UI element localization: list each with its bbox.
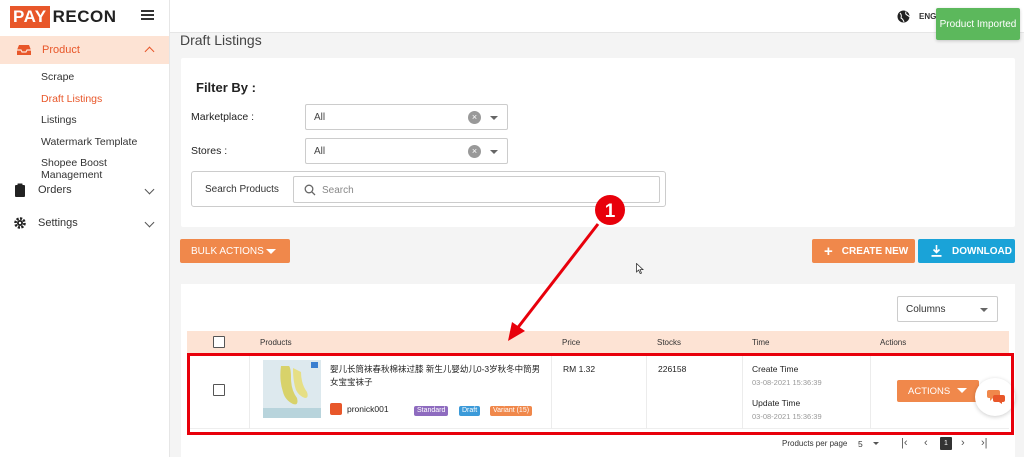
download-label: DOWNLOAD: [952, 245, 1012, 257]
row-actions-label: ACTIONS: [908, 385, 951, 397]
download-icon: [931, 245, 942, 257]
row-actions-button[interactable]: ACTIONS: [897, 380, 979, 402]
header-products: Products: [260, 338, 292, 347]
toast-notification: Product Imported: [936, 8, 1020, 40]
shop-icon: [330, 403, 342, 415]
create-new-button[interactable]: + CREATE NEW: [812, 239, 915, 263]
header-time: Time: [752, 338, 770, 347]
chevron-down-icon: [144, 217, 155, 228]
filter-title: Filter By :: [196, 80, 256, 95]
badge-standard: Standard: [414, 406, 449, 416]
sidebar-subitem-draft-listings[interactable]: Draft Listings: [41, 93, 102, 105]
products-per-page-select[interactable]: 5: [858, 439, 863, 449]
sidebar-item-product[interactable]: Product: [0, 36, 169, 64]
current-page[interactable]: 1: [940, 437, 952, 450]
columns-select-label: Columns: [906, 304, 946, 315]
products-table-card: Columns Products Price Stocks Time Actio…: [181, 284, 1015, 457]
first-page-icon[interactable]: |‹: [901, 437, 908, 449]
sidebar-item-label: Settings: [38, 217, 78, 229]
stores-select-value: All: [314, 146, 326, 157]
bulk-actions-label: BULK ACTIONS: [191, 245, 264, 257]
plus-icon: +: [824, 242, 833, 260]
header-stocks: Stocks: [657, 338, 682, 347]
marketplace-select[interactable]: All ×: [305, 104, 508, 130]
caret-down-icon: [490, 150, 498, 154]
language-selector[interactable]: ENG: [919, 12, 936, 21]
marketplace-select-value: All: [314, 112, 326, 123]
select-all-checkbox[interactable]: [213, 336, 225, 348]
create-time-value: 03-08-2021 15:36:39: [752, 378, 822, 387]
sidebar-subitem-scrape[interactable]: Scrape: [41, 71, 74, 83]
page-title: Draft Listings: [180, 32, 262, 48]
stores-select[interactable]: All ×: [305, 138, 508, 164]
brand-logo-recon: RECON: [52, 7, 117, 26]
product-price: RM 1.32: [563, 364, 596, 374]
sidebar-subitem-listings[interactable]: Listings: [41, 114, 77, 126]
caret-down-icon: [957, 388, 967, 393]
search-placeholder: Search: [322, 185, 354, 196]
bulk-actions-button[interactable]: BULK ACTIONS: [180, 239, 290, 263]
badge-draft: Draft: [459, 406, 481, 416]
last-page-icon[interactable]: ›|: [981, 437, 988, 449]
badge-variant: Variant (15): [490, 406, 533, 416]
header-actions: Actions: [880, 338, 907, 347]
caret-down-icon: [490, 116, 498, 120]
sidebar: PAY RECON Product Scrape Draft Listings …: [0, 0, 170, 457]
caret-down-icon: [980, 308, 988, 312]
sidebar-item-label: Product: [42, 44, 80, 56]
store-name: pronick001: [347, 404, 389, 414]
brand-logo[interactable]: PAY RECON: [10, 5, 117, 29]
gear-icon: [14, 217, 26, 229]
brand-logo-pay: PAY: [10, 6, 50, 28]
table-header: Products Price Stocks Time Actions: [187, 331, 1009, 353]
next-page-icon[interactable]: ›: [961, 437, 965, 449]
prev-page-icon[interactable]: ‹: [924, 437, 928, 449]
pagination: Products per page 5 |‹ ‹ 1 › ›|: [181, 434, 1015, 454]
create-time-label: Create Time: [752, 364, 799, 374]
chevron-up-icon: [144, 46, 155, 57]
search-products-label: Search Products: [205, 184, 279, 195]
update-time-value: 03-08-2021 15:36:39: [752, 412, 822, 421]
stores-label: Stores :: [191, 145, 228, 157]
inbox-icon: [17, 45, 31, 55]
search-icon: [304, 184, 316, 196]
products-per-page-label: Products per page: [782, 439, 848, 448]
socks-image-icon: [263, 360, 321, 418]
row-checkbox[interactable]: [213, 384, 225, 396]
chevron-down-icon: [144, 184, 155, 195]
search-products-group: Search Products Search: [191, 171, 666, 207]
download-button[interactable]: DOWNLOAD: [918, 239, 1015, 263]
marketplace-label: Marketplace :: [191, 111, 255, 123]
update-time-label: Update Time: [752, 398, 801, 408]
sidebar-subitem-watermark-template[interactable]: Watermark Template: [41, 136, 137, 148]
top-bar: ENG: [170, 0, 1024, 33]
header-price: Price: [562, 338, 581, 347]
create-new-label: CREATE NEW: [841, 245, 909, 257]
chat-widget[interactable]: [975, 378, 1015, 416]
sidebar-item-settings[interactable]: Settings: [0, 210, 169, 236]
columns-select[interactable]: Columns: [897, 296, 998, 322]
menu-toggle-icon[interactable]: [141, 10, 154, 20]
table-row: 婴儿长筒袜春秋棉袜过膝 新生儿婴幼儿0-3岁秋冬中筒男女宝宝袜子 pronick…: [187, 353, 1009, 429]
sidebar-item-label: Orders: [38, 184, 72, 196]
product-thumbnail[interactable]: [263, 360, 321, 418]
filter-card: Filter By : Marketplace : All × Stores :…: [181, 58, 1015, 227]
caret-down-icon: [873, 442, 879, 445]
clear-icon[interactable]: ×: [468, 145, 481, 158]
search-input[interactable]: Search: [293, 176, 660, 203]
globe-icon[interactable]: [897, 10, 910, 23]
mouse-cursor-icon: [636, 263, 644, 274]
product-stocks: 226158: [658, 364, 687, 374]
chat-icon: [987, 390, 1005, 404]
product-name[interactable]: 婴儿长筒袜春秋棉袜过膝 新生儿婴幼儿0-3岁秋冬中筒男女宝宝袜子: [330, 363, 542, 389]
caret-down-icon: [266, 249, 276, 254]
clear-icon[interactable]: ×: [468, 111, 481, 124]
sidebar-item-orders[interactable]: Orders: [0, 177, 169, 203]
clipboard-icon: [15, 183, 25, 197]
